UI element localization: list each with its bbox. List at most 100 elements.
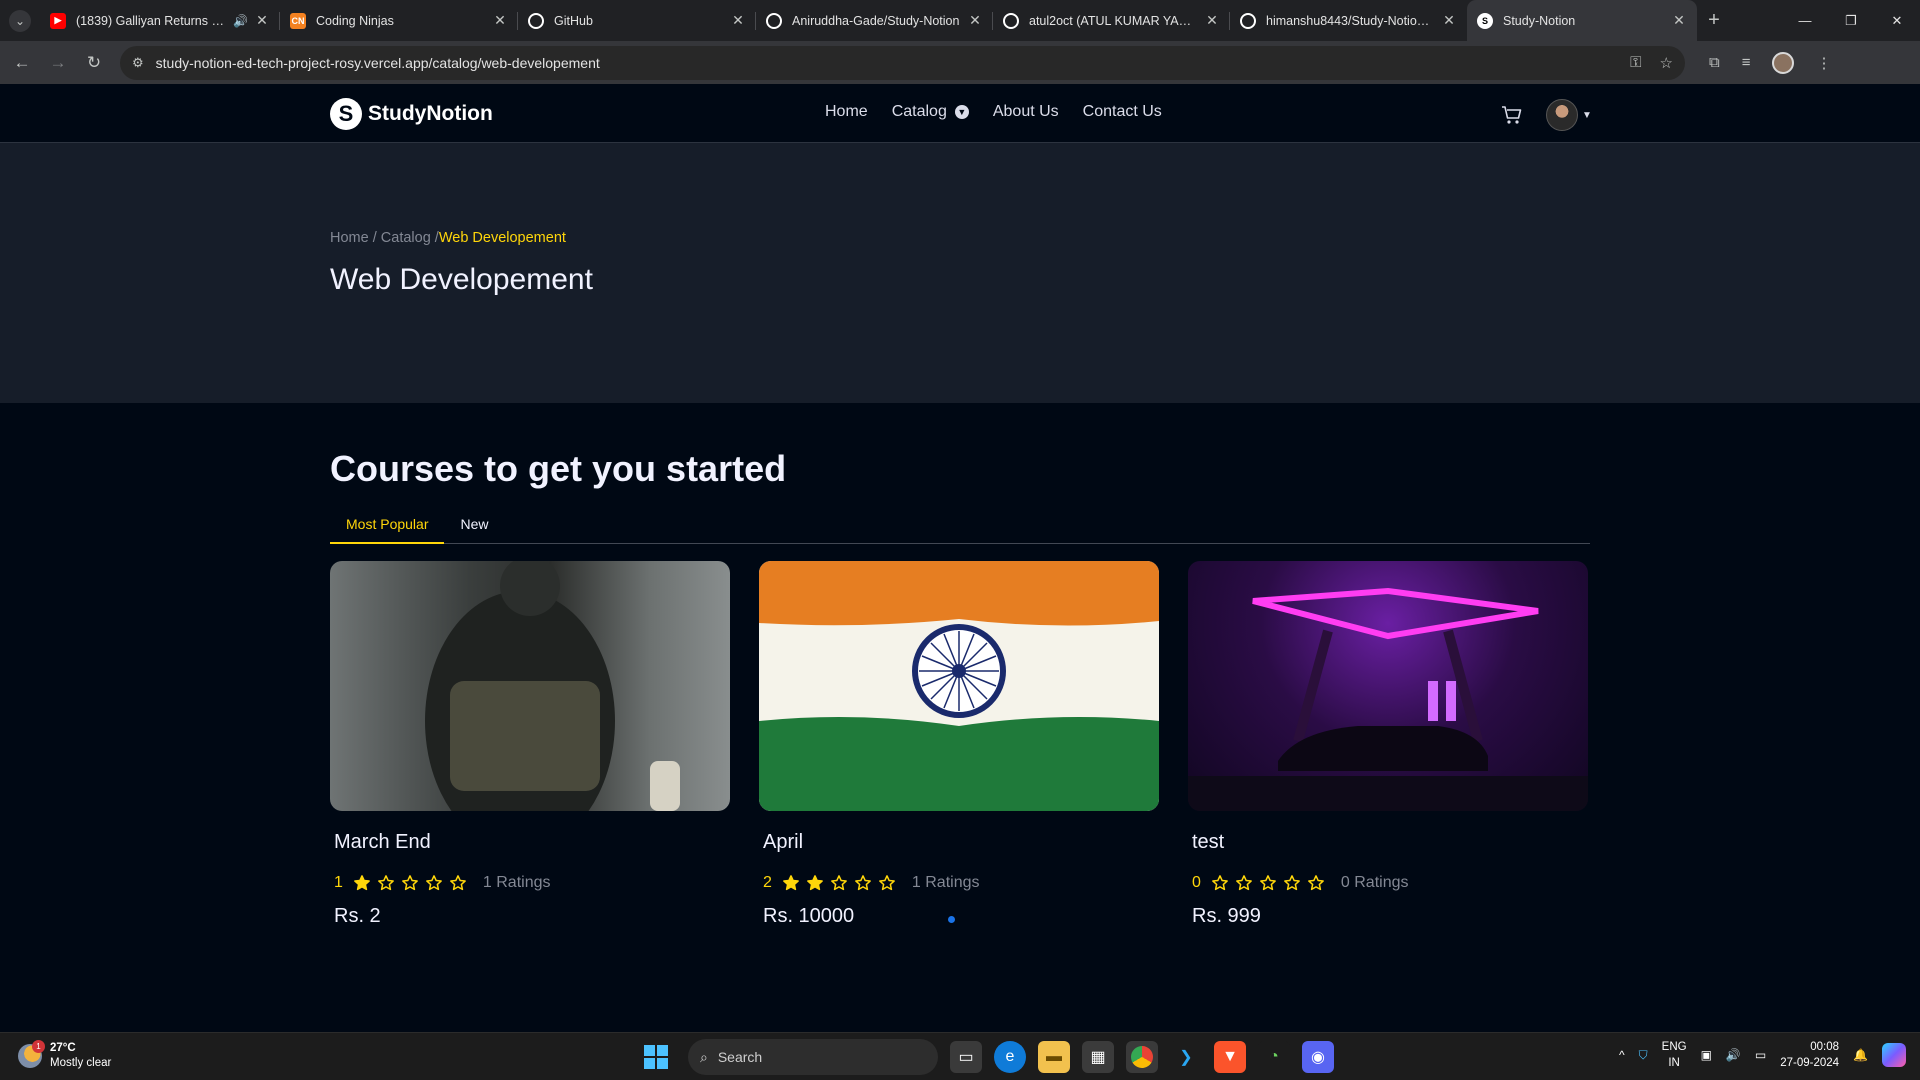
close-icon[interactable]: ✕ (967, 12, 983, 29)
star-outline-icon (378, 875, 394, 891)
tab-new[interactable]: New (444, 507, 504, 544)
nav-catalog-link[interactable]: Catalog ▼ (892, 103, 969, 121)
chevron-down-icon: ▼ (954, 105, 969, 119)
windows-start-icon[interactable] (644, 1045, 668, 1069)
store-icon[interactable]: ▦ (1082, 1041, 1114, 1073)
browser-tab-active[interactable]: S Study-Notion ✕ (1467, 0, 1697, 41)
close-icon[interactable]: ✕ (1204, 12, 1220, 29)
minimize-icon[interactable]: — (1782, 0, 1828, 41)
battery-icon[interactable]: ▭ (1755, 1048, 1766, 1062)
forward-icon[interactable]: → (40, 53, 76, 73)
clock-date: 27-09-2024 (1780, 1057, 1840, 1069)
site-navbar: S StudyNotion Home Catalog ▼ About Us Co… (0, 84, 1920, 143)
browser-tab[interactable]: himanshu8443/Study-Notion-m ✕ (1230, 0, 1467, 41)
nav-links: Home Catalog ▼ About Us Contact Us (825, 103, 1162, 121)
close-icon[interactable]: ✕ (1441, 12, 1457, 29)
brave-icon[interactable]: ▼ (1214, 1041, 1246, 1073)
star-outline-icon (1212, 875, 1228, 891)
close-icon[interactable]: ✕ (492, 12, 508, 29)
course-price: Rs. 10000 (763, 905, 855, 927)
rating-stars (353, 874, 467, 892)
logo-mark-icon: S (330, 98, 362, 130)
nav-contact-link[interactable]: Contact Us (1083, 103, 1162, 121)
task-view-icon[interactable]: ▭ (950, 1041, 982, 1073)
breadcrumb-catalog[interactable]: Catalog (381, 230, 431, 246)
clock[interactable]: 00:08 27-09-2024 (1780, 1039, 1839, 1071)
logo-text: StudyNotion (368, 102, 493, 125)
language-indicator[interactable]: ENG IN (1662, 1039, 1687, 1071)
star-filled-icon (783, 875, 799, 891)
restore-icon[interactable]: ❐ (1828, 0, 1874, 41)
clock-time: 00:08 (1810, 1041, 1840, 1053)
reload-icon[interactable]: ↻ (76, 53, 112, 73)
coding-ninjas-icon: CN (290, 12, 306, 29)
bookmark-star-icon[interactable]: ☆ (1660, 54, 1673, 72)
logo[interactable]: S StudyNotion (330, 98, 493, 130)
course-rating: 0 0 Ratings (1192, 874, 1588, 892)
star-outline-icon (1236, 875, 1252, 891)
volume-icon[interactable]: 🔊 (1726, 1048, 1741, 1062)
edge-dev-icon[interactable]: ◔ (1258, 1041, 1290, 1073)
profile-dropdown[interactable]: ▼ (1546, 99, 1592, 131)
taskbar-search[interactable]: ⌕ Search (688, 1039, 938, 1075)
close-icon[interactable]: ✕ (254, 12, 270, 29)
star-outline-icon (879, 875, 895, 891)
vscode-icon[interactable]: ❯ (1170, 1041, 1202, 1073)
course-card[interactable]: April 2 1 Ratings Rs. 10000 (759, 561, 1159, 928)
tab-search-button[interactable]: ⌄ (0, 0, 40, 41)
close-window-icon[interactable]: ✕ (1874, 0, 1920, 41)
course-name: April (763, 831, 804, 853)
browser-tab[interactable]: CN Coding Ninjas ✕ (280, 0, 518, 41)
cart-icon[interactable] (1500, 103, 1524, 127)
browser-tab[interactable]: GitHub ✕ (518, 0, 756, 41)
ratings-count: 1 Ratings (911, 874, 980, 891)
catalog-hero: Home / Catalog /Web Developement Web Dev… (0, 143, 1920, 403)
menu-dots-icon[interactable]: ⋮ (1816, 54, 1831, 72)
notification-bell-icon[interactable]: 🔔 (1853, 1048, 1868, 1062)
network-icon[interactable]: ▣ (1701, 1048, 1712, 1062)
address-bar[interactable]: ⚙ study-notion-ed-tech-project-rosy.verc… (120, 45, 1685, 80)
breadcrumb-home[interactable]: Home (330, 230, 369, 246)
youtube-icon: ▶ (50, 12, 66, 29)
tab-title: GitHub (554, 13, 593, 28)
url-text[interactable]: study-notion-ed-tech-project-rosy.vercel… (156, 55, 1630, 71)
speaker-icon[interactable]: 🔊 (233, 14, 248, 28)
lang-line: ENG (1661, 1041, 1687, 1053)
github-icon (528, 12, 544, 29)
course-card[interactable]: test 0 0 Ratings Rs. 999 (1188, 561, 1588, 928)
edge-icon[interactable]: e (994, 1041, 1026, 1073)
tab-most-popular[interactable]: Most Popular (330, 507, 445, 544)
breadcrumb-separator: / (430, 230, 439, 246)
star-outline-icon (450, 875, 466, 891)
search-icon: ⌕ (700, 1048, 708, 1065)
nav-home-link[interactable]: Home (825, 103, 868, 121)
browser-tab[interactable]: ▶ (1839) Galliyan Returns Full 🔊 ✕ (40, 0, 280, 41)
system-tray: ^ ⛉ ENG IN ▣ 🔊 ▭ 00:08 27-09-2024 🔔 (1619, 1039, 1906, 1071)
site-info-icon[interactable]: ⚙ (132, 55, 144, 71)
chevron-up-icon[interactable]: ^ (1619, 1048, 1625, 1062)
browser-tab[interactable]: atul2oct (ATUL KUMAR YADAV) ✕ (993, 0, 1230, 41)
copilot-icon[interactable] (1882, 1043, 1906, 1067)
chrome-icon[interactable] (1126, 1041, 1158, 1073)
tab-title: himanshu8443/Study-Notion-m (1266, 13, 1435, 28)
close-icon[interactable]: ✕ (1671, 12, 1687, 29)
chevron-down-icon: ⌄ (9, 9, 31, 32)
new-tab-button[interactable]: + (1697, 9, 1731, 32)
discord-icon[interactable]: ◉ (1302, 1041, 1334, 1073)
close-icon[interactable]: ✕ (730, 12, 746, 29)
file-explorer-icon[interactable]: ▬ (1038, 1041, 1070, 1073)
back-icon[interactable]: ← (4, 53, 40, 73)
defender-icon[interactable]: ⛉ (1639, 1048, 1648, 1063)
weather-icon: 1 (18, 1040, 45, 1068)
weather-widget[interactable]: 1 27°C Mostly clear (18, 1040, 111, 1071)
star-outline-icon (1308, 875, 1324, 891)
course-card[interactable]: March End 1 1 Ratings Rs. 2 (330, 561, 730, 928)
media-control-icon[interactable]: ≡ (1742, 54, 1751, 71)
nav-catalog-label: Catalog (891, 103, 947, 120)
nav-about-link[interactable]: About Us (993, 103, 1059, 121)
course-rating: 2 1 Ratings (763, 874, 1159, 892)
browser-tab[interactable]: Aniruddha-Gade/Study-Notion ✕ (756, 0, 993, 41)
password-key-icon[interactable]: ⚿ (1630, 54, 1641, 72)
profile-avatar[interactable] (1772, 51, 1795, 74)
extensions-icon[interactable]: ⧉ (1709, 54, 1720, 71)
